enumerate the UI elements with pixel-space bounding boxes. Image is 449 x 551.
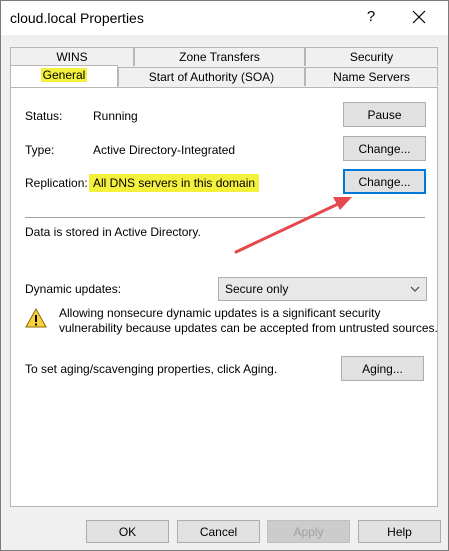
- storage-info-text: Data is stored in Active Directory.: [25, 225, 201, 239]
- apply-button[interactable]: Apply: [267, 520, 350, 543]
- warning-text-line2: vulnerability because updates can be acc…: [59, 321, 438, 335]
- help-button[interactable]: Help: [358, 520, 441, 543]
- dynamic-updates-label: Dynamic updates:: [25, 282, 122, 296]
- warning-icon: [25, 308, 47, 328]
- aging-button[interactable]: Aging...: [341, 356, 424, 381]
- dynamic-updates-select[interactable]: Secure only: [218, 277, 427, 301]
- aging-info-text: To set aging/scavenging properties, clic…: [25, 362, 278, 376]
- tab-zone-transfers[interactable]: Zone Transfers: [134, 47, 305, 66]
- properties-dialog: cloud.local Properties ? WINS Zone Trans…: [0, 0, 449, 551]
- ok-button[interactable]: OK: [86, 520, 169, 543]
- window-title: cloud.local Properties: [10, 10, 144, 26]
- title-bar: cloud.local Properties ?: [1, 1, 448, 35]
- general-tab-panel: Status: Running Pause Type: Active Direc…: [10, 87, 438, 507]
- status-label: Status:: [25, 109, 63, 123]
- dynamic-updates-value: Secure only: [225, 282, 289, 296]
- tab-general[interactable]: General: [10, 65, 118, 87]
- tab-general-label: General: [40, 68, 88, 82]
- warning-text-line1: Allowing nonsecure dynamic updates is a …: [59, 306, 381, 320]
- help-icon[interactable]: ?: [363, 8, 379, 25]
- replication-value: All DNS servers in this domain: [89, 174, 260, 192]
- cancel-button[interactable]: Cancel: [177, 520, 260, 543]
- close-icon[interactable]: [411, 9, 427, 25]
- replication-change-button[interactable]: Change...: [343, 169, 426, 194]
- status-value: Running: [93, 109, 138, 123]
- chevron-down-icon: [410, 286, 420, 292]
- tab-security[interactable]: Security: [305, 47, 438, 66]
- tab-wins[interactable]: WINS: [10, 47, 134, 66]
- tab-soa[interactable]: Start of Authority (SOA): [118, 67, 305, 86]
- tab-name-servers[interactable]: Name Servers: [305, 67, 438, 86]
- replication-label: Replication:: [25, 176, 88, 190]
- type-value: Active Directory-Integrated: [93, 143, 236, 157]
- type-label: Type:: [25, 143, 55, 157]
- type-change-button[interactable]: Change...: [343, 136, 426, 161]
- pause-button[interactable]: Pause: [343, 102, 426, 127]
- separator: [25, 217, 425, 218]
